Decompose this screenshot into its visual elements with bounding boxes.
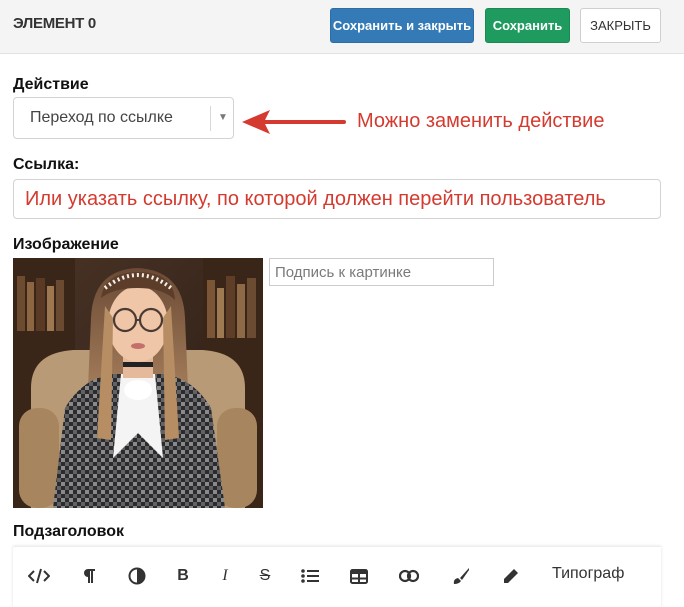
link-icon[interactable] (397, 564, 421, 588)
editor-header: ЭЛЕМЕНТ 0 Сохранить и закрыть Сохранить … (0, 0, 684, 54)
save-button[interactable]: Сохранить (485, 8, 570, 43)
code-icon[interactable] (27, 564, 51, 588)
image-label: Изображение (13, 236, 119, 253)
action-label: Действие (13, 76, 89, 93)
link-label: Ссылка: (13, 156, 80, 173)
select-divider (210, 106, 211, 131)
typograph-button[interactable]: Типограф (552, 565, 624, 583)
table-icon[interactable] (347, 564, 371, 588)
page-title: ЭЛЕМЕНТ 0 (13, 15, 96, 32)
italic-icon[interactable]: I (213, 564, 237, 588)
strikethrough-icon[interactable]: S (253, 564, 277, 588)
paragraph-icon[interactable] (77, 564, 101, 588)
subtitle-label: Подзаголовок (13, 523, 125, 540)
link-input[interactable]: Или указать ссылку, по которой должен пе… (13, 179, 661, 219)
uploaded-image[interactable] (13, 258, 263, 508)
caret-down-icon[interactable]: ▼ (218, 112, 228, 123)
portrait-photo (13, 258, 263, 508)
action-select-value: Переход по ссылке (30, 109, 173, 126)
bold-icon[interactable]: B (171, 564, 195, 588)
brush-icon[interactable] (449, 564, 473, 588)
save-and-close-button[interactable]: Сохранить и закрыть (330, 8, 474, 43)
action-select[interactable]: Переход по ссылке ▼ (13, 97, 234, 139)
arrow-left-icon (242, 110, 346, 134)
close-button[interactable]: ЗАКРЫТЬ (580, 8, 661, 43)
bulleted-list-icon[interactable] (298, 564, 322, 588)
pencil-icon[interactable] (499, 564, 523, 588)
contrast-icon[interactable] (125, 564, 149, 588)
action-annotation: Можно заменить действие (357, 110, 605, 132)
image-caption-input[interactable] (269, 258, 494, 286)
